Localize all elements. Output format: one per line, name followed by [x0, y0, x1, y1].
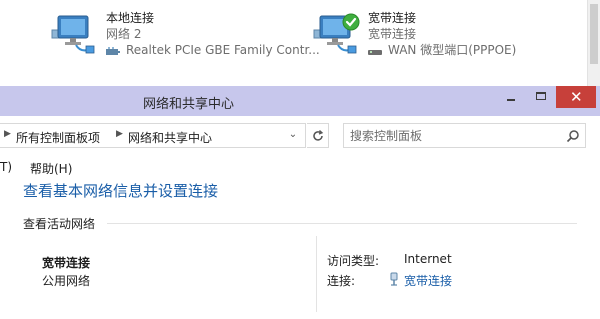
breadcrumb-arrow-icon[interactable]: ▶	[4, 129, 11, 139]
connection-label: 连接:	[327, 274, 356, 288]
connection-link-text[interactable]: 宽带连接	[404, 272, 452, 289]
connection-status: 网络 2	[106, 27, 142, 41]
minimize-button[interactable]	[498, 86, 524, 108]
close-button[interactable]: ✕	[556, 86, 596, 108]
refresh-icon	[313, 130, 324, 141]
connection-item-local[interactable]: 本地连接 网络 2 Realtek PCIe GBE Family Contr.…	[50, 10, 320, 70]
maximize-icon	[536, 92, 546, 100]
scrollbar[interactable]	[587, 0, 600, 86]
refresh-button[interactable]	[307, 123, 329, 148]
address-bar[interactable]: ▶ 所有控制面板项 ▶ 网络和共享中心 ⌄	[0, 123, 306, 148]
vertical-divider	[316, 236, 317, 312]
minimize-icon	[507, 99, 515, 101]
active-network-name: 宽带连接	[42, 256, 91, 270]
network-type-link[interactable]: 公用网络	[42, 272, 90, 289]
connection-name: 宽带连接	[368, 11, 417, 25]
network-connections-window: 本地连接 网络 2 Realtek PCIe GBE Family Contr.…	[0, 0, 600, 86]
address-row: ▶ 所有控制面板项 ▶ 网络和共享中心 ⌄	[0, 122, 600, 150]
network-computer-icon	[50, 12, 98, 58]
breadcrumb-item-control-panel[interactable]: 所有控制面板项	[16, 129, 100, 146]
section-title: 查看活动网络	[23, 217, 96, 231]
connection-item-broadband[interactable]: 宽带连接 宽带连接 WAN 微型端口(PPPOE)	[312, 10, 582, 70]
connection-link[interactable]: 宽带连接	[388, 272, 452, 289]
breadcrumb-item-sharing-center[interactable]: 网络和共享中心	[128, 129, 212, 146]
access-type-value: Internet	[404, 252, 452, 266]
menu-item-tools[interactable]: T)	[0, 160, 12, 174]
search-input[interactable]	[350, 128, 550, 144]
search-box[interactable]	[343, 123, 586, 148]
broadband-connected-icon	[312, 12, 360, 58]
connection-name: 本地连接	[106, 11, 155, 25]
menu-item-help[interactable]: 帮助(H)	[30, 160, 72, 177]
page-heading: 查看基本网络信息并设置连接	[23, 182, 219, 200]
connection-status: 宽带连接	[368, 27, 417, 41]
window-title: 网络和共享中心	[143, 97, 235, 112]
scrollbar-thumb[interactable]	[590, 4, 598, 64]
section-divider	[107, 223, 577, 224]
search-icon[interactable]	[566, 129, 580, 143]
title-bar[interactable]: 网络和共享中心 ✕	[0, 86, 600, 116]
maximize-button[interactable]	[528, 86, 554, 108]
connection-device: Realtek PCIe GBE Family Contr...	[126, 43, 320, 57]
broadband-connection-icon	[388, 272, 400, 289]
connection-device: WAN 微型端口(PPPOE)	[388, 43, 517, 57]
breadcrumb-arrow-icon[interactable]: ▶	[116, 129, 123, 139]
access-type-label: 访问类型:	[327, 254, 380, 268]
chevron-down-icon[interactable]: ⌄	[286, 128, 300, 142]
network-sharing-center-window: 网络和共享中心 ✕ ▶ 所有控制面板项 ▶ 网络和共享中心 ⌄ T)	[0, 86, 600, 319]
close-icon: ✕	[570, 88, 583, 106]
network-adapter-icon	[106, 45, 120, 55]
wan-miniport-icon	[368, 45, 382, 55]
